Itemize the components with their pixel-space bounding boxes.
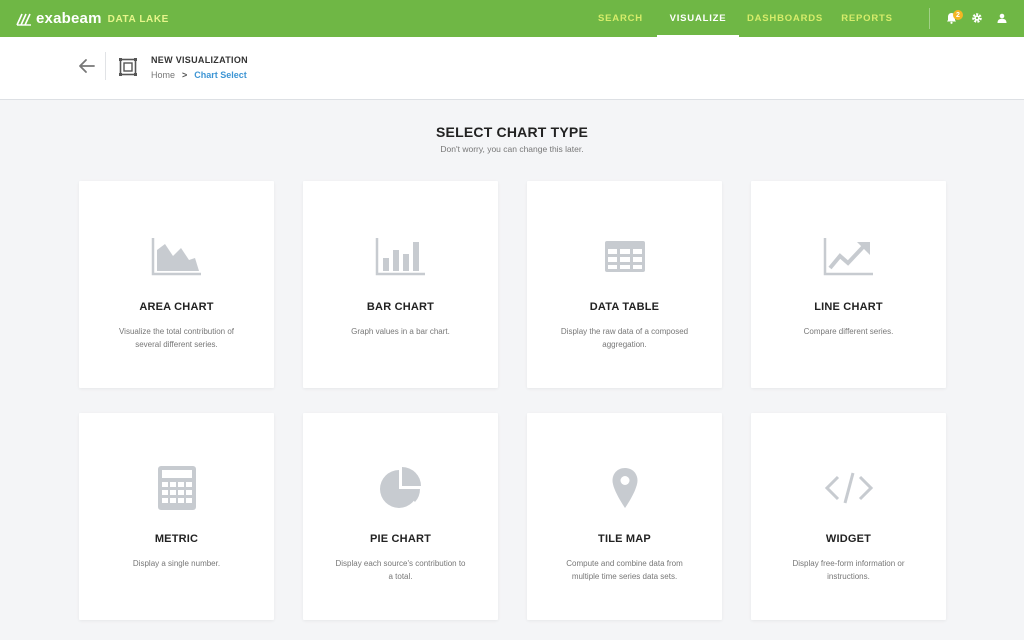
exabeam-logo-icon xyxy=(16,13,31,26)
breadcrumb-home-link[interactable]: Home xyxy=(151,70,175,80)
bar-chart-icon xyxy=(375,236,427,276)
chart-type-card-pie[interactable]: PIE CHART Display each source's contribu… xyxy=(303,413,498,620)
chart-type-card-tile-map[interactable]: TILE MAP Compute and combine data from m… xyxy=(527,413,722,620)
chart-type-card-widget[interactable]: WIDGET Display free-form information or … xyxy=(751,413,946,620)
card-title: METRIC xyxy=(154,533,199,545)
card-description: Graph values in a bar chart. xyxy=(351,327,450,336)
pie-chart-icon xyxy=(375,467,427,508)
card-description: Compare different series. xyxy=(803,327,894,336)
main-nav: SEARCH VISUALIZE DASHBOARDS REPORTS xyxy=(584,0,903,37)
card-title: TILE MAP xyxy=(598,533,651,545)
card-title: LINE CHART xyxy=(814,301,883,313)
card-title: DATA TABLE xyxy=(589,301,660,313)
calculator-icon xyxy=(151,466,203,510)
card-description: Display the raw data of a composed aggre… xyxy=(560,327,689,349)
code-icon xyxy=(823,468,875,508)
brand-name: exabeam xyxy=(36,10,102,27)
card-title: WIDGET xyxy=(825,533,872,545)
section-title: SELECT CHART TYPE xyxy=(436,124,588,140)
card-description: Visualize the total contribution of seve… xyxy=(118,327,235,349)
card-description: Display a single number. xyxy=(132,559,221,568)
nav-search[interactable]: SEARCH xyxy=(584,0,657,37)
notification-badge: 2 xyxy=(953,10,963,20)
section-subtitle: Don't worry, you can change this later. xyxy=(440,144,584,154)
card-description: Compute and combine data from multiple t… xyxy=(566,559,683,581)
settings-button[interactable] xyxy=(970,11,984,25)
breadcrumb-separator: > xyxy=(182,70,188,80)
gear-icon xyxy=(972,13,982,23)
card-description: Display each source's contribution to a … xyxy=(335,559,466,581)
map-pin-icon xyxy=(599,468,651,508)
card-title: AREA CHART xyxy=(139,301,214,313)
visualization-frame-icon xyxy=(119,58,137,76)
card-title: BAR CHART xyxy=(366,301,435,313)
chart-type-card-bar[interactable]: BAR CHART Graph values in a bar chart. xyxy=(303,181,498,388)
top-navigation-bar: exabeam DATA LAKE SEARCH VISUALIZE DASHB… xyxy=(0,0,1024,37)
header-divider xyxy=(105,52,106,80)
chart-type-card-line[interactable]: LINE CHART Compare different series. xyxy=(751,181,946,388)
back-arrow-icon[interactable] xyxy=(78,57,96,75)
card-description: Display free-form information or instruc… xyxy=(792,559,905,581)
area-chart-icon xyxy=(151,236,203,276)
chart-type-card-metric[interactable]: METRIC Display a single number. xyxy=(79,413,274,620)
chart-type-card-data-table[interactable]: DATA TABLE Display the raw data of a com… xyxy=(527,181,722,388)
user-icon xyxy=(997,13,1007,23)
nav-dashboards[interactable]: DASHBOARDS xyxy=(739,0,831,37)
breadcrumb: Home > Chart Select xyxy=(151,70,247,80)
line-chart-icon xyxy=(823,236,875,276)
nav-visualize[interactable]: VISUALIZE xyxy=(657,0,739,37)
product-name: DATA LAKE xyxy=(107,14,169,25)
user-menu-button[interactable] xyxy=(995,11,1009,25)
page-header: NEW VISUALIZATION Home > Chart Select xyxy=(0,37,1024,100)
data-table-icon xyxy=(599,236,651,276)
chart-type-card-area[interactable]: AREA CHART Visualize the total contribut… xyxy=(79,181,274,388)
card-title: PIE CHART xyxy=(369,533,432,545)
breadcrumb-current: Chart Select xyxy=(194,70,247,80)
page-title: NEW VISUALIZATION xyxy=(151,55,248,65)
exabeam-logo[interactable]: exabeam DATA LAKE xyxy=(16,10,169,27)
nav-divider xyxy=(929,8,930,29)
nav-reports[interactable]: REPORTS xyxy=(831,0,903,37)
